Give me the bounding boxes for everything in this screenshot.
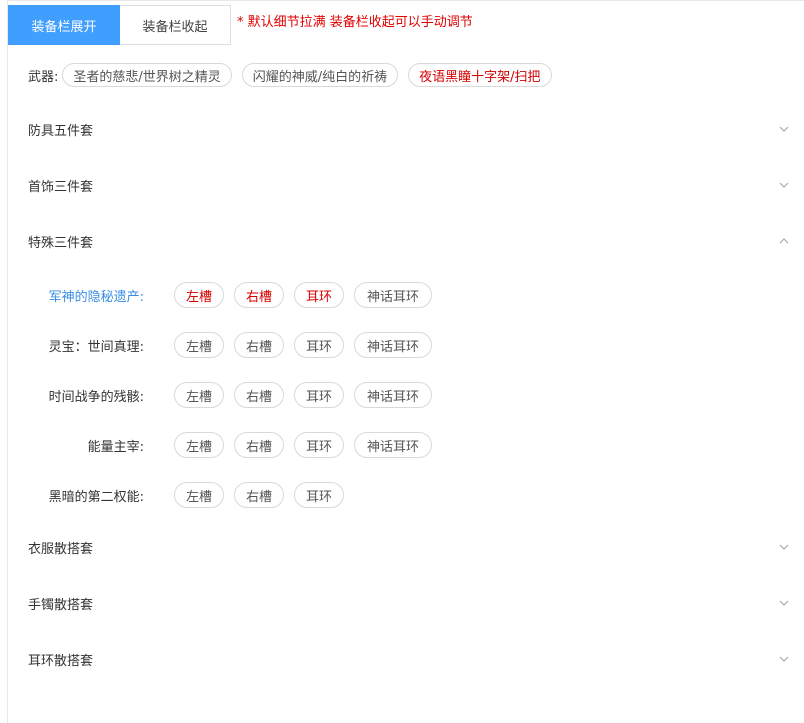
- weapon-option[interactable]: 闪耀的神威/纯白的祈祷: [241, 63, 399, 87]
- chevron-up-icon: [777, 234, 791, 248]
- weapon-label: 武器:: [28, 69, 59, 85]
- equipment-tabs: 装备栏展开 装备栏收起 * 默认细节拉满 装备栏收起可以手动调节: [8, 5, 473, 45]
- set-label: 灵宝：世间真理:: [48, 339, 144, 355]
- section-bracelet[interactable]: 手镯散搭套: [28, 575, 791, 631]
- section-title: 首饰三件套: [28, 179, 94, 195]
- section-title: 特殊三件套: [28, 235, 94, 251]
- chevron-down-icon: [777, 178, 791, 192]
- slot-myth-earring-button[interactable]: 神话耳环: [354, 332, 432, 358]
- section-title: 手镯散搭套: [28, 597, 94, 613]
- tab-expand[interactable]: 装备栏展开: [8, 5, 120, 45]
- section-earring[interactable]: 耳环散搭套: [28, 631, 791, 687]
- default-note: * 默认细节拉满 装备栏收起可以手动调节: [237, 15, 473, 30]
- slot-earring-button[interactable]: 耳环: [294, 432, 344, 458]
- section-title: 衣服散搭套: [28, 541, 94, 557]
- section-accessory[interactable]: 首饰三件套: [28, 157, 791, 213]
- weapon-option[interactable]: 圣者的慈悲/世界树之精灵: [62, 63, 232, 87]
- slot-left-button[interactable]: 左槽: [174, 482, 224, 508]
- slot-right-button[interactable]: 右槽: [234, 432, 284, 458]
- slot-right-button[interactable]: 右槽: [234, 332, 284, 358]
- chevron-down-icon: [777, 122, 791, 136]
- slot-earring-button[interactable]: 耳环: [294, 482, 344, 508]
- slot-right-button[interactable]: 右槽: [234, 382, 284, 408]
- special-set-row: 军神的隐秘遗产: 左槽 右槽 耳环 神话耳环: [28, 277, 788, 313]
- chevron-down-icon: [777, 540, 791, 554]
- slot-earring-button[interactable]: 耳环: [294, 282, 344, 308]
- slot-earring-button[interactable]: 耳环: [294, 382, 344, 408]
- special-set-row: 黑暗的第二权能: 左槽 右槽 耳环: [28, 477, 788, 513]
- chevron-down-icon: [777, 596, 791, 610]
- set-label: 黑暗的第二权能:: [48, 489, 144, 505]
- slot-earring-button[interactable]: 耳环: [294, 332, 344, 358]
- set-label: 能量主宰:: [87, 439, 144, 455]
- set-label: 军神的隐秘遗产:: [48, 289, 144, 305]
- slot-right-button[interactable]: 右槽: [234, 482, 284, 508]
- weapon-option[interactable]: 夜语黑瞳十字架/扫把: [408, 63, 552, 87]
- weapon-row: 武器: 圣者的慈悲/世界树之精灵 闪耀的神威/纯白的祈祷 夜语黑瞳十字架/扫把: [28, 63, 562, 87]
- chevron-down-icon: [777, 652, 791, 666]
- slot-left-button[interactable]: 左槽: [174, 332, 224, 358]
- slot-myth-earring-button[interactable]: 神话耳环: [354, 432, 432, 458]
- slot-myth-earring-button[interactable]: 神话耳环: [354, 282, 432, 308]
- special-set-row: 灵宝：世间真理: 左槽 右槽 耳环 神话耳环: [28, 327, 788, 363]
- section-clothes[interactable]: 衣服散搭套: [28, 519, 791, 575]
- slot-right-button[interactable]: 右槽: [234, 282, 284, 308]
- tab-collapse[interactable]: 装备栏收起: [120, 5, 231, 45]
- slot-left-button[interactable]: 左槽: [174, 382, 224, 408]
- slot-left-button[interactable]: 左槽: [174, 432, 224, 458]
- set-label: 时间战争的残骸:: [48, 389, 144, 405]
- section-title: 耳环散搭套: [28, 653, 94, 669]
- slot-left-button[interactable]: 左槽: [174, 282, 224, 308]
- section-special[interactable]: 特殊三件套: [28, 213, 791, 269]
- equipment-panel: 装备栏展开 装备栏收起 * 默认细节拉满 装备栏收起可以手动调节 武器: 圣者的…: [7, 0, 804, 723]
- special-set-row: 时间战争的残骸: 左槽 右槽 耳环 神话耳环: [28, 377, 788, 413]
- slot-myth-earring-button[interactable]: 神话耳环: [354, 382, 432, 408]
- section-armor[interactable]: 防具五件套: [28, 101, 791, 157]
- section-title: 防具五件套: [28, 123, 94, 139]
- special-set-row: 能量主宰: 左槽 右槽 耳环 神话耳环: [28, 427, 788, 463]
